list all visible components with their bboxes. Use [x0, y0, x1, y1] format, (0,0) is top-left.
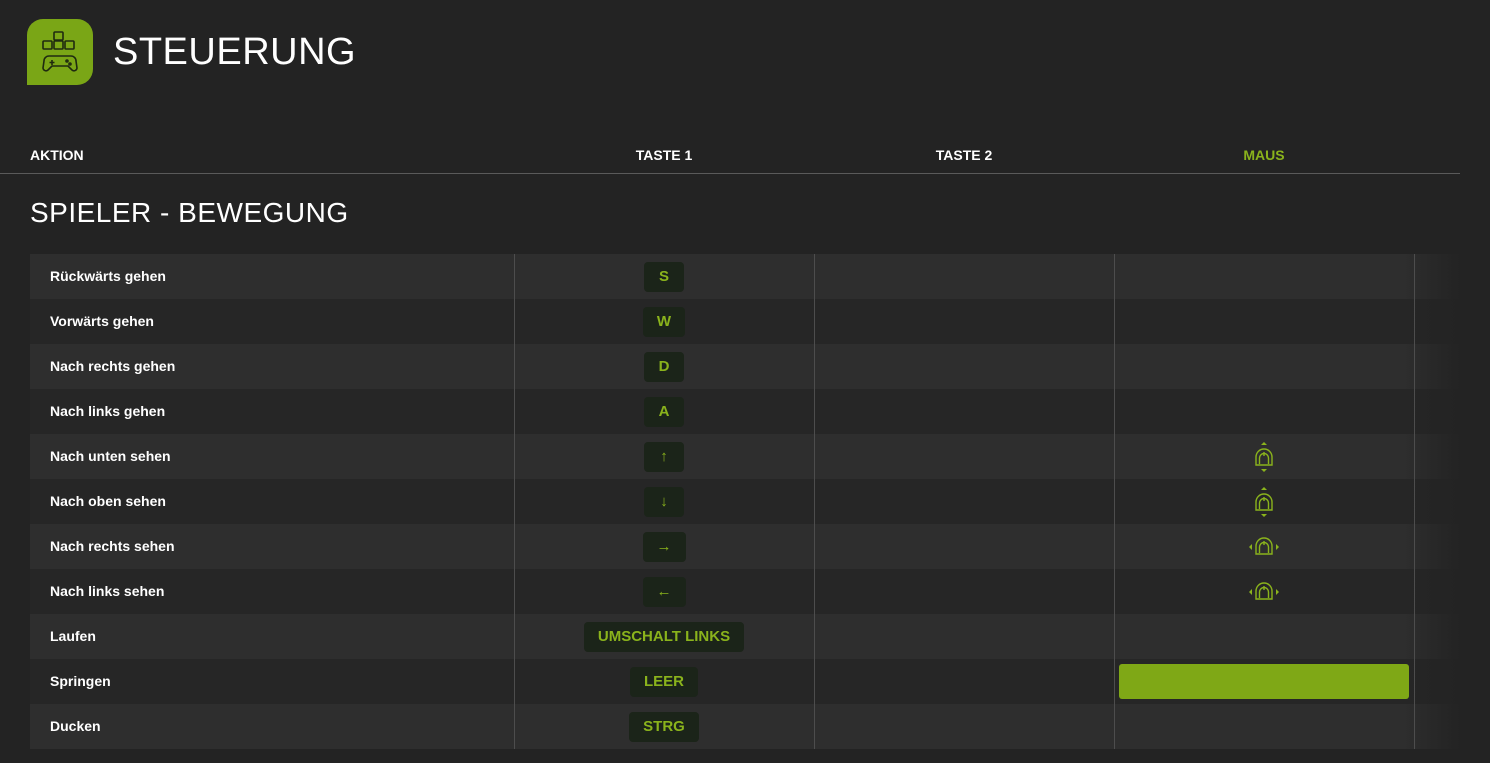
- key2-cell[interactable]: [814, 704, 1114, 749]
- table-row: Ducken STRG: [30, 704, 1460, 749]
- key2-cell[interactable]: [814, 659, 1114, 704]
- table-row: Nach links gehen A: [30, 389, 1460, 434]
- key2-cell[interactable]: [814, 569, 1114, 614]
- column-header-key1[interactable]: TASTE 1: [636, 147, 693, 163]
- bindings-table: Rückwärts gehen S Vorwärts gehen W Nach rech…: [30, 254, 1460, 749]
- action-label: Nach oben sehen: [50, 493, 166, 509]
- action-label: Ducken: [50, 718, 101, 734]
- table-row: Rückwärts gehen S: [30, 254, 1460, 299]
- key1-cell[interactable]: ←: [514, 569, 814, 614]
- action-label: Springen: [50, 673, 111, 689]
- key-binding-button[interactable]: D: [644, 351, 684, 382]
- mouse-cell[interactable]: [1114, 659, 1414, 704]
- mouse-cell[interactable]: [1114, 254, 1414, 299]
- table-row: Nach oben sehen ↓: [30, 479, 1460, 524]
- key1-cell[interactable]: UMSCHALT LINKS: [514, 614, 814, 659]
- action-label: Nach unten sehen: [50, 448, 171, 464]
- gamepad-keys-icon: [27, 19, 93, 85]
- key-binding-button[interactable]: A: [644, 396, 684, 427]
- table-row: Vorwärts gehen W: [30, 299, 1460, 344]
- action-label: Vorwärts gehen: [50, 313, 154, 329]
- column-divider: [514, 254, 515, 749]
- key1-cell[interactable]: ↑: [514, 434, 814, 479]
- key-binding-button[interactable]: →: [642, 531, 686, 562]
- table-row: Nach links sehen ←: [30, 569, 1460, 614]
- action-label: Laufen: [50, 628, 96, 644]
- key1-cell[interactable]: W: [514, 299, 814, 344]
- key2-cell[interactable]: [814, 389, 1114, 434]
- mouse-cell[interactable]: [1114, 389, 1414, 434]
- table-row: Nach rechts gehen D: [30, 344, 1460, 389]
- action-label: Nach rechts sehen: [50, 538, 175, 554]
- column-divider: [1114, 254, 1115, 749]
- action-label: Nach links gehen: [50, 403, 166, 419]
- key1-cell[interactable]: A: [514, 389, 814, 434]
- key-binding-button[interactable]: ↑: [644, 441, 684, 472]
- column-header-action: AKTION: [30, 147, 84, 163]
- mouse-cell[interactable]: [1114, 569, 1414, 614]
- table-row: Laufen UMSCHALT LINKS: [30, 614, 1460, 659]
- key1-cell[interactable]: →: [514, 524, 814, 569]
- key2-cell[interactable]: [814, 614, 1114, 659]
- key-binding-button[interactable]: W: [642, 306, 686, 337]
- mouse-binding-listening-field[interactable]: [1119, 664, 1409, 699]
- action-label: Nach links sehen: [50, 583, 165, 599]
- key1-cell[interactable]: STRG: [514, 704, 814, 749]
- key1-cell[interactable]: LEER: [514, 659, 814, 704]
- key2-cell[interactable]: [814, 344, 1114, 389]
- key2-cell[interactable]: [814, 434, 1114, 479]
- column-divider: [814, 254, 815, 749]
- mouse-vertical-icon[interactable]: [1244, 482, 1284, 522]
- key2-cell[interactable]: [814, 479, 1114, 524]
- key1-cell[interactable]: ↓: [514, 479, 814, 524]
- key-binding-button[interactable]: STRG: [629, 711, 699, 742]
- key2-cell[interactable]: [814, 254, 1114, 299]
- key-binding-button[interactable]: ←: [642, 576, 686, 607]
- column-header-key2[interactable]: TASTE 2: [936, 147, 993, 163]
- mouse-cell[interactable]: [1114, 479, 1414, 524]
- section-title: SPIELER - BEWEGUNG: [30, 197, 349, 228]
- key2-cell[interactable]: [814, 299, 1114, 344]
- key-binding-button[interactable]: UMSCHALT LINKS: [583, 621, 745, 652]
- key1-cell[interactable]: D: [514, 344, 814, 389]
- mouse-horizontal-icon[interactable]: [1244, 527, 1284, 567]
- mouse-cell[interactable]: [1114, 344, 1414, 389]
- table-row: Springen LEER: [30, 659, 1460, 704]
- mouse-cell[interactable]: [1114, 614, 1414, 659]
- mouse-cell[interactable]: [1114, 704, 1414, 749]
- mouse-cell[interactable]: [1114, 434, 1414, 479]
- column-divider: [1414, 254, 1415, 749]
- table-row: Nach rechts sehen →: [30, 524, 1460, 569]
- column-header-row: AKTION TASTE 1 TASTE 2 MAUS: [0, 140, 1460, 174]
- key2-cell[interactable]: [814, 524, 1114, 569]
- page-title: STEUERUNG: [113, 31, 357, 73]
- action-label: Rückwärts gehen: [50, 268, 166, 284]
- mouse-cell[interactable]: [1114, 524, 1414, 569]
- table-row: Nach unten sehen ↑: [30, 434, 1460, 479]
- action-label: Nach rechts gehen: [50, 358, 176, 374]
- mouse-vertical-icon[interactable]: [1244, 437, 1284, 477]
- controls-screen: STEUERUNG AKTION TASTE 1 TASTE 2 MAUS SP…: [0, 0, 1490, 763]
- mouse-horizontal-icon[interactable]: [1244, 572, 1284, 612]
- column-header-mouse[interactable]: MAUS: [1243, 147, 1284, 163]
- mouse-cell[interactable]: [1114, 299, 1414, 344]
- key-binding-button[interactable]: S: [644, 261, 684, 292]
- key1-cell[interactable]: S: [514, 254, 814, 299]
- key-binding-button[interactable]: LEER: [629, 666, 698, 697]
- key-binding-button[interactable]: ↓: [644, 486, 684, 517]
